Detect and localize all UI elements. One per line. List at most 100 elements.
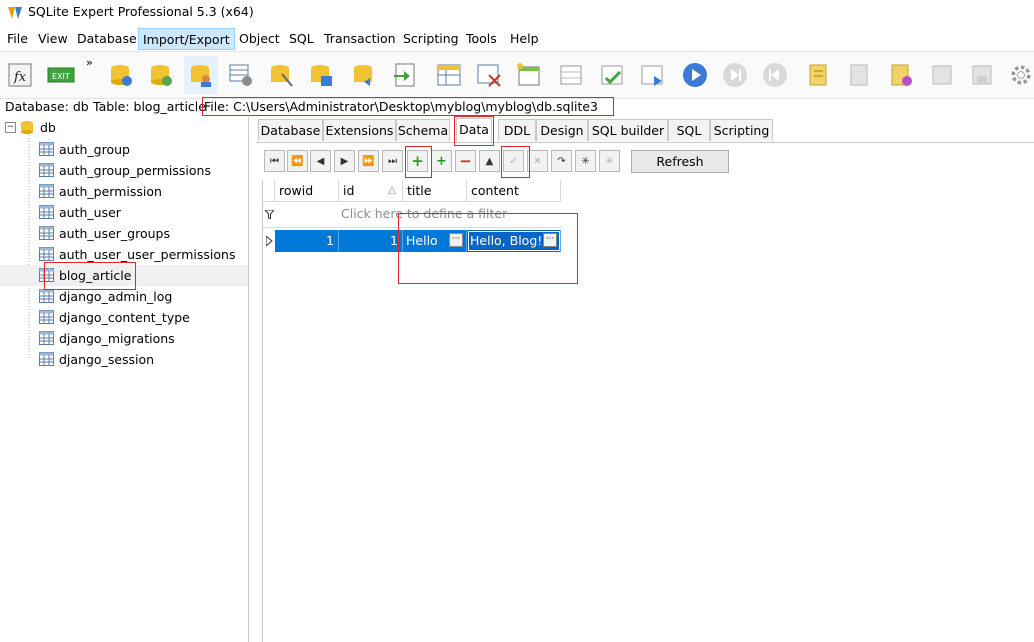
new-database-button[interactable] <box>146 60 176 90</box>
play-button[interactable] <box>680 60 710 90</box>
tree-table-auth-group-permissions[interactable]: auth_group_permissions <box>0 160 248 181</box>
menu-help[interactable]: Help <box>506 28 543 50</box>
tab-sql[interactable]: SQL <box>668 119 710 141</box>
tree-table-django-session[interactable]: django_session <box>0 349 248 370</box>
cell-rowid[interactable]: 1 <box>275 230 339 252</box>
database-tools-button[interactable] <box>266 60 296 90</box>
menu-view[interactable]: View <box>34 28 72 50</box>
database-sync-button[interactable] <box>349 60 379 90</box>
tree-table-django-content-type[interactable]: django_content_type <box>0 307 248 328</box>
tab-design[interactable]: Design <box>536 119 588 141</box>
save-as-disabled-icon <box>972 65 992 85</box>
settings-button[interactable] <box>1008 60 1034 90</box>
tree-item-label: django_content_type <box>59 310 190 325</box>
save-script-button[interactable] <box>927 60 957 90</box>
column-header-title[interactable]: title <box>403 180 467 202</box>
toolbar-overflow-chevron[interactable]: » <box>86 56 93 69</box>
table-settings-button[interactable] <box>226 60 256 90</box>
run-grid-button[interactable] <box>638 60 668 90</box>
table-icon <box>39 289 54 303</box>
tree-item-label: django_session <box>59 352 155 367</box>
column-header-content[interactable]: content <box>467 180 561 202</box>
delete-record-button[interactable]: − <box>455 150 476 172</box>
collapse-toggle-icon[interactable]: − <box>5 122 16 133</box>
exit-icon: EXIT <box>47 67 75 83</box>
tree-table-auth-group[interactable]: auth_group <box>0 139 248 160</box>
refresh-button[interactable]: Refresh <box>631 150 729 173</box>
menu-sql[interactable]: SQL <box>285 28 318 50</box>
set-null-button[interactable]: ✳ <box>575 150 596 172</box>
delete-table-button[interactable] <box>474 60 504 90</box>
tree-table-auth-permission[interactable]: auth_permission <box>0 181 248 202</box>
script-disabled-button[interactable] <box>845 60 875 90</box>
menu-object[interactable]: Object <box>235 28 284 50</box>
edit-record-button[interactable]: ▲ <box>479 150 500 172</box>
view-button[interactable] <box>514 60 544 90</box>
menu-bar: File View Database Import/Export Object … <box>0 28 1034 50</box>
menu-scripting[interactable]: Scripting <box>399 28 463 50</box>
column-header-id[interactable]: id △ <box>339 180 403 202</box>
open-database-button[interactable] <box>106 60 136 90</box>
database-user-button[interactable] <box>184 56 218 94</box>
scroll-icon <box>809 64 827 86</box>
cancel-edit-button[interactable]: ✕ <box>527 150 548 172</box>
tab-database[interactable]: Database <box>258 119 323 141</box>
current-table-label: Table: blog_article <box>93 99 206 114</box>
next-step-button[interactable] <box>720 60 750 90</box>
tab-sql-builder[interactable]: SQL builder <box>588 119 668 141</box>
title-bar: SQLite Expert Professional 5.3 (x64) <box>0 0 1034 26</box>
function-button[interactable]: fx <box>6 60 36 90</box>
last-record-button[interactable]: ⏭ <box>382 150 403 172</box>
append-record-button[interactable]: + <box>431 150 452 172</box>
next-icon <box>723 63 747 87</box>
previous-step-button[interactable] <box>760 60 790 90</box>
refresh-record-button[interactable]: ↷ <box>551 150 572 172</box>
menu-transaction[interactable]: Transaction <box>320 28 400 50</box>
next-page-button[interactable]: ⏩ <box>358 150 379 172</box>
prior-page-button[interactable]: ⏪ <box>287 150 308 172</box>
menu-file[interactable]: File <box>3 28 32 50</box>
check-grid-button[interactable] <box>598 60 628 90</box>
tab-ddl[interactable]: DDL <box>498 119 536 141</box>
tree-table-django-migrations[interactable]: django_migrations <box>0 328 248 349</box>
prior-record-button[interactable]: ◀ <box>310 150 331 172</box>
column-label: id <box>343 183 355 198</box>
next-record-button[interactable]: ▶ <box>334 150 355 172</box>
grid-edit-icon <box>560 65 582 85</box>
edit-grid-button[interactable] <box>557 60 587 90</box>
menu-database[interactable]: Database <box>73 28 141 50</box>
function-icon: fx <box>8 63 32 87</box>
tab-schema[interactable]: Schema <box>396 119 450 141</box>
database-tree[interactable]: − db auth_group auth_group_permissions a… <box>0 117 249 642</box>
menu-tools[interactable]: Tools <box>462 28 501 50</box>
tree-table-auth-user[interactable]: auth_user <box>0 202 248 223</box>
exit-button[interactable]: EXIT <box>46 60 80 90</box>
tree-table-auth-user-groups[interactable]: auth_user_groups <box>0 223 248 244</box>
menu-import-export[interactable]: Import/Export <box>138 28 235 50</box>
table-button[interactable] <box>434 60 464 90</box>
first-record-button[interactable]: ⏮ <box>264 150 285 172</box>
tab-extensions[interactable]: Extensions <box>323 119 396 141</box>
save-database-button[interactable] <box>306 60 336 90</box>
clear-null-button[interactable]: ✳ <box>599 150 620 172</box>
tab-scripting[interactable]: Scripting <box>710 119 773 141</box>
table-delete-icon <box>477 64 501 87</box>
database-check-icon <box>151 65 172 86</box>
row-indicator-header <box>263 180 275 202</box>
column-header-rowid[interactable]: rowid <box>275 180 339 202</box>
tree-item-label: auth_user_user_permissions <box>59 247 236 262</box>
database-root-label[interactable]: db <box>40 120 56 135</box>
table-icon <box>39 247 54 261</box>
table-icon <box>39 331 54 345</box>
current-database-label: Database: db <box>5 99 89 114</box>
tree-item-label: auth_group <box>59 142 130 157</box>
cell-id[interactable]: 1 <box>339 230 403 252</box>
svg-text:EXIT: EXIT <box>52 72 70 81</box>
grid-run-icon <box>641 65 663 86</box>
save-as-script-button[interactable] <box>967 60 997 90</box>
table-icon <box>39 352 54 366</box>
script-button[interactable] <box>804 60 834 90</box>
import-button[interactable] <box>390 60 420 90</box>
data-grid[interactable]: rowid id △ title content Click here to d… <box>262 180 1034 642</box>
script-run-button[interactable] <box>886 60 916 90</box>
